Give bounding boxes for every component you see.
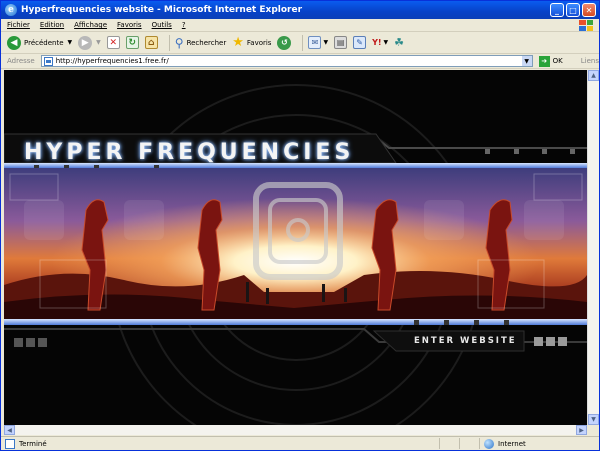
banner-image bbox=[4, 168, 587, 319]
title-bar: e Hyperfrequencies website - Microsoft I… bbox=[1, 1, 599, 19]
vertical-scrollbar[interactable]: ▲ ▼ bbox=[587, 70, 599, 425]
messenger-icon: ☘ bbox=[394, 36, 405, 49]
yahoo-icon: Y! bbox=[372, 38, 382, 47]
toolbar-separator bbox=[168, 34, 170, 51]
maximize-button[interactable]: □ bbox=[566, 3, 580, 17]
address-dropdown-icon[interactable]: ▼ bbox=[521, 56, 532, 66]
yahoo-button[interactable]: Y! ▼ bbox=[372, 38, 388, 47]
mail-button[interactable]: ✉ ▼ bbox=[308, 36, 328, 49]
scroll-down-icon[interactable]: ▼ bbox=[588, 414, 599, 425]
status-cell bbox=[459, 438, 479, 449]
mail-icon: ✉ bbox=[308, 36, 322, 49]
favorites-button[interactable]: ★ Favoris bbox=[232, 35, 271, 50]
status-text: Terminé bbox=[19, 439, 47, 448]
history-icon: ↺ bbox=[277, 35, 292, 50]
bottom-right-squares bbox=[534, 337, 567, 346]
mail-dropdown-icon[interactable]: ▼ bbox=[323, 39, 328, 46]
stop-icon: ✕ bbox=[106, 36, 120, 49]
forward-button[interactable]: ▶ ▼ bbox=[78, 35, 101, 50]
menu-bar: Fichier Edition Affichage Favoris Outils… bbox=[1, 19, 599, 32]
back-button[interactable]: ◀ Précédente ▼ bbox=[7, 35, 73, 50]
star-icon: ★ bbox=[232, 35, 244, 50]
status-cell bbox=[439, 438, 459, 449]
minimize-button[interactable]: _ bbox=[550, 3, 564, 17]
history-button[interactable]: ↺ bbox=[277, 35, 292, 50]
scroll-right-icon[interactable]: ▶ bbox=[576, 425, 587, 435]
stop-button[interactable]: ✕ bbox=[106, 36, 120, 49]
scroll-left-icon[interactable]: ◀ bbox=[4, 425, 15, 435]
address-label: Adresse bbox=[7, 57, 35, 65]
refresh-icon: ↻ bbox=[125, 36, 139, 49]
address-input[interactable]: http://hyperfrequencies1.free.fr/ ▼ bbox=[40, 55, 533, 67]
menu-edit[interactable]: Edition bbox=[40, 21, 64, 29]
messenger-button[interactable]: ☘ bbox=[394, 36, 404, 49]
menu-tools[interactable]: Outils bbox=[152, 21, 172, 29]
bottom-blue-bar bbox=[4, 319, 587, 325]
refresh-button[interactable]: ↻ bbox=[125, 36, 139, 49]
forward-dropdown-icon[interactable]: ▼ bbox=[96, 39, 101, 46]
search-icon: ⚲ bbox=[174, 35, 184, 50]
back-dropdown-icon[interactable]: ▼ bbox=[68, 39, 73, 46]
go-arrow-icon: ➜ bbox=[538, 55, 550, 67]
security-zone: Internet bbox=[479, 438, 579, 449]
web-page-content: HYPER FREQUENCIES ENTER WEBSITE bbox=[4, 70, 587, 425]
search-label: Rechercher bbox=[186, 38, 227, 47]
go-button[interactable]: ➜ OK bbox=[538, 55, 563, 67]
zone-label: Internet bbox=[498, 439, 526, 448]
status-bar: Terminé Internet bbox=[1, 436, 599, 450]
standard-toolbar: ◀ Précédente ▼ ▶ ▼ ✕ ↻ ⌂ ⚲ Rechercher ★ … bbox=[1, 32, 599, 54]
search-button[interactable]: ⚲ Rechercher bbox=[175, 36, 226, 50]
menu-favorites[interactable]: Favoris bbox=[117, 21, 142, 29]
home-button[interactable]: ⌂ bbox=[144, 36, 158, 49]
edit-page-icon: ✎ bbox=[353, 36, 367, 49]
back-label: Précédente bbox=[24, 38, 64, 47]
enter-website-link[interactable]: ENTER WEBSITE bbox=[414, 336, 517, 346]
window-title: Hyperfrequencies website - Microsoft Int… bbox=[21, 5, 303, 15]
printer-icon: ▤ bbox=[334, 36, 348, 49]
internet-explorer-icon: e bbox=[5, 4, 17, 16]
page-done-icon bbox=[5, 438, 15, 449]
menu-view[interactable]: Affichage bbox=[74, 21, 107, 29]
globe-icon bbox=[484, 438, 494, 449]
top-right-squares bbox=[485, 149, 575, 154]
favorites-label: Favoris bbox=[246, 38, 272, 47]
print-button[interactable]: ▤ bbox=[334, 36, 348, 49]
browser-window: e Hyperfrequencies website - Microsoft I… bbox=[0, 0, 600, 451]
windows-logo-icon bbox=[579, 20, 593, 31]
links-label[interactable]: Liens bbox=[581, 57, 599, 65]
back-arrow-icon: ◀ bbox=[7, 35, 21, 50]
address-url[interactable]: http://hyperfrequencies1.free.fr/ bbox=[56, 57, 169, 65]
go-label: OK bbox=[552, 57, 563, 65]
close-button[interactable]: ✕ bbox=[582, 3, 596, 17]
page-icon bbox=[43, 56, 53, 66]
menu-file[interactable]: Fichier bbox=[7, 21, 30, 29]
home-icon: ⌂ bbox=[144, 36, 158, 49]
splash-graphic bbox=[4, 84, 587, 425]
toolbar-separator bbox=[302, 34, 304, 51]
horizontal-scrollbar[interactable]: ◀ ▶ bbox=[4, 425, 587, 435]
yahoo-dropdown-icon[interactable]: ▼ bbox=[384, 39, 389, 46]
menu-help[interactable]: ? bbox=[182, 21, 186, 29]
address-bar: Adresse http://hyperfrequencies1.free.fr… bbox=[1, 54, 599, 69]
edit-button[interactable]: ✎ bbox=[353, 36, 367, 49]
site-logo-text: HYPER FREQUENCIES bbox=[24, 140, 355, 165]
scroll-up-icon[interactable]: ▲ bbox=[588, 70, 599, 81]
forward-arrow-icon: ▶ bbox=[78, 35, 93, 50]
bottom-left-squares bbox=[14, 338, 47, 347]
